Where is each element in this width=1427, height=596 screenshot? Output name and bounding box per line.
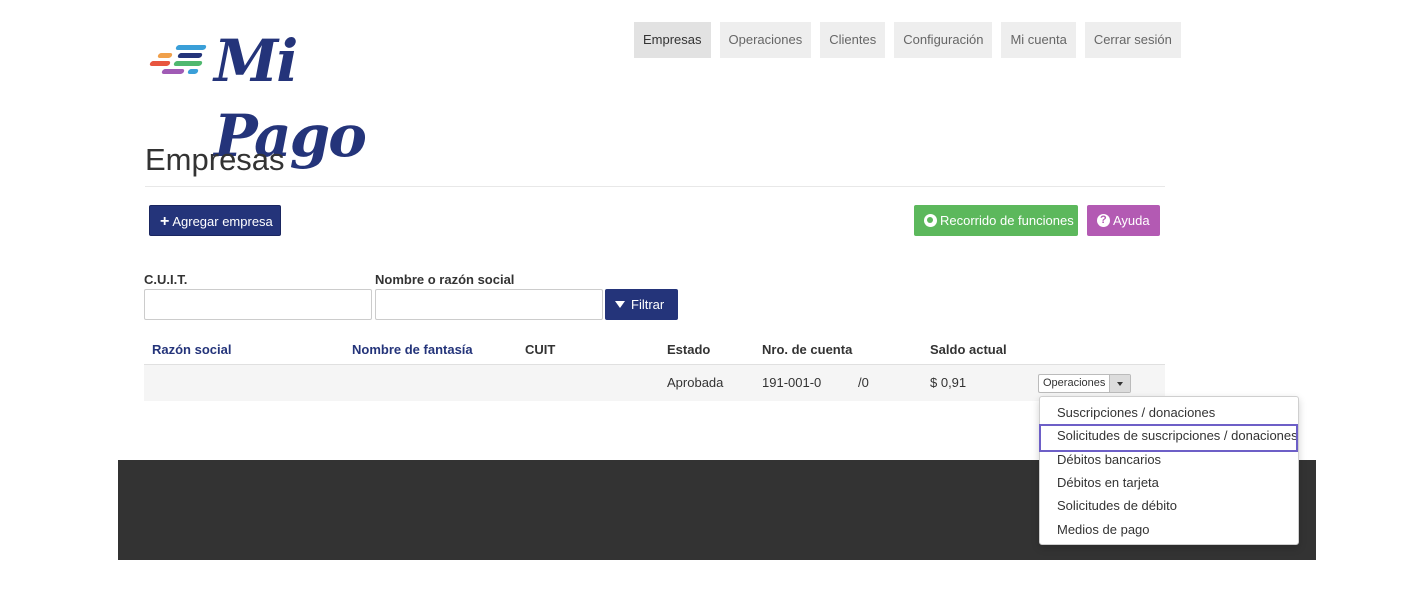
top-nav: Empresas Operaciones Clientes Configurac… [634, 22, 1181, 58]
menu-item-debitos-tarjeta[interactable]: Débitos en tarjeta [1057, 475, 1159, 490]
header-saldo-actual: Saldo actual [930, 342, 1007, 357]
nav-empresas[interactable]: Empresas [634, 22, 711, 58]
mi-pago-logo[interactable]: Mi Pago [148, 27, 418, 170]
operations-button-label: Operaciones [1043, 377, 1106, 389]
page-title: Empresas [145, 142, 285, 177]
header-nro-cuenta: Nro. de cuenta [762, 342, 853, 357]
help-button[interactable]: Ayuda [1087, 205, 1160, 236]
chevron-down-icon[interactable] [1109, 375, 1131, 392]
filter-button-label: Filtrar [631, 297, 665, 312]
cell-saldo-actual: $ 0,91 [930, 375, 967, 390]
name-filter-label: Nombre o razón social [375, 272, 515, 287]
globe-icon [924, 214, 937, 227]
header-razon-social[interactable]: Razón social [152, 342, 231, 357]
filter-button[interactable]: Filtrar [605, 289, 678, 320]
add-company-label: Agregar empresa [172, 214, 273, 229]
question-circle-icon [1097, 205, 1110, 236]
feature-tour-label: Recorrido de funciones [940, 213, 1074, 228]
title-divider [145, 186, 1165, 187]
cell-nro-cuenta-suffix: /0 [858, 375, 869, 390]
menu-item-highlight [1039, 424, 1298, 452]
header-cuit: CUIT [525, 342, 556, 357]
add-company-button[interactable]: + Agregar empresa [149, 205, 281, 236]
header-estado: Estado [667, 342, 711, 357]
nav-clientes[interactable]: Clientes [820, 22, 886, 58]
table-row [144, 365, 1165, 401]
plus-icon: + [160, 213, 170, 230]
name-filter-input[interactable] [375, 289, 603, 320]
cuit-filter-label: C.U.I.T. [144, 272, 188, 287]
menu-item-solicitudes-debito[interactable]: Solicitudes de débito [1057, 498, 1177, 513]
operations-dropdown-menu: Suscripciones / donaciones Solicitudes d… [1039, 396, 1299, 545]
operations-dropdown-button[interactable]: Operaciones [1038, 374, 1132, 393]
help-label: Ayuda [1113, 213, 1150, 228]
cell-estado: Aprobada [667, 375, 724, 390]
menu-item-suscripciones[interactable]: Suscripciones / donaciones [1057, 405, 1215, 420]
menu-item-medios-pago[interactable]: Medios de pago [1057, 522, 1150, 537]
logo-stripes-icon [148, 42, 218, 82]
cuit-filter-input[interactable] [144, 289, 372, 320]
header-nombre-fantasia[interactable]: Nombre de fantasía [352, 342, 473, 357]
nav-operaciones[interactable]: Operaciones [719, 22, 812, 58]
nav-cerrar-sesion[interactable]: Cerrar sesión [1084, 22, 1181, 58]
feature-tour-button[interactable]: Recorrido de funciones [914, 205, 1078, 236]
nav-mi-cuenta[interactable]: Mi cuenta [1001, 22, 1076, 58]
nav-configuracion[interactable]: Configuración [894, 22, 993, 58]
filter-funnel-icon [615, 301, 625, 308]
menu-item-debitos-bancarios[interactable]: Débitos bancarios [1057, 452, 1161, 467]
cell-nro-cuenta: 191-001-0 [762, 375, 822, 390]
